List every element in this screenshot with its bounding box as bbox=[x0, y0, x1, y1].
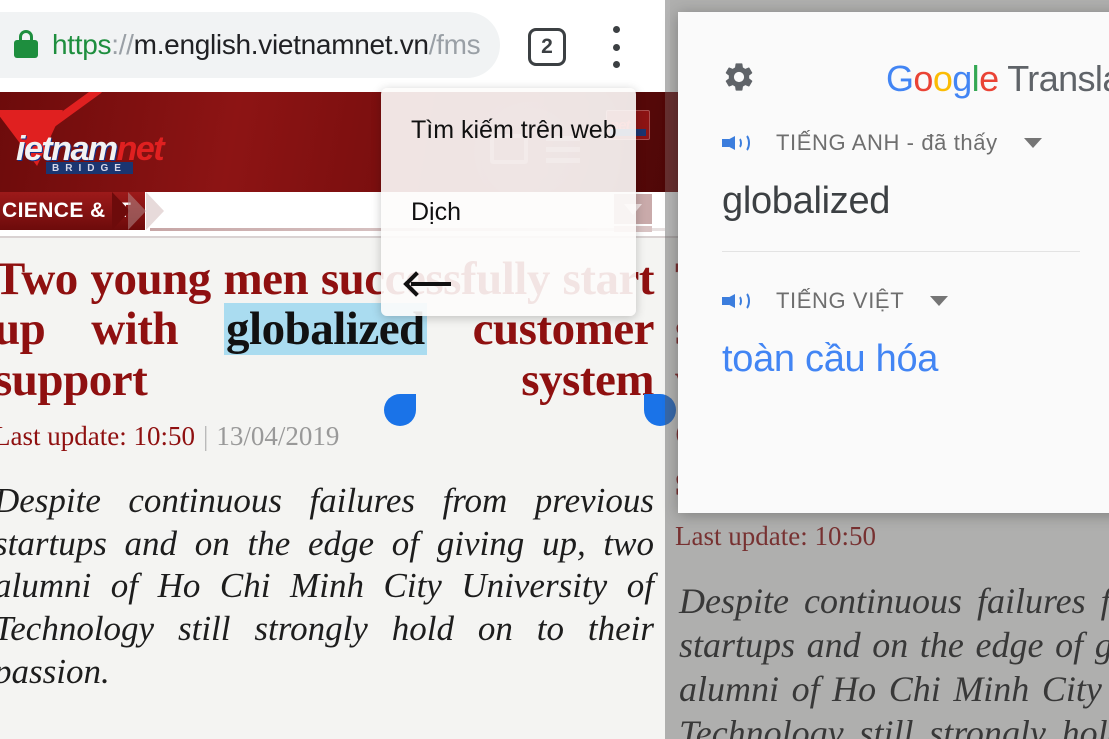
source-text: globalized bbox=[722, 180, 891, 222]
url-scheme: https bbox=[52, 29, 112, 60]
gear-icon[interactable] bbox=[722, 60, 756, 94]
browser-toolbar: https://m.english.vietnamnet.vn/fms 2 bbox=[0, 0, 670, 92]
google-translate-panel: Google Transla TIẾNG ANH - đã thấy globa… bbox=[678, 12, 1109, 513]
kebab-menu-icon[interactable] bbox=[606, 26, 626, 68]
chevron-down-icon[interactable] bbox=[1023, 138, 1042, 148]
logo-letter-o2: o bbox=[932, 58, 953, 99]
logo-letter-o1: o bbox=[913, 58, 933, 99]
translate-panel-header: Google Transla bbox=[678, 12, 1109, 120]
chevron-down-icon[interactable] bbox=[930, 296, 949, 306]
url-text: https://m.english.vietnamnet.vn/fms bbox=[52, 29, 480, 61]
url-host: m.english.vietnamnet.vn bbox=[133, 29, 429, 60]
logo-letter-l: l bbox=[971, 58, 980, 99]
address-bar[interactable]: https://m.english.vietnamnet.vn/fms bbox=[0, 12, 500, 78]
speaker-icon[interactable] bbox=[722, 287, 754, 315]
last-update-label: Last update: 10:50 bbox=[0, 420, 195, 451]
category-chevron-icon-3 bbox=[146, 192, 164, 230]
tab-counter-button[interactable]: 2 bbox=[528, 28, 566, 66]
menu-item-translate[interactable]: Dịch bbox=[411, 198, 461, 227]
selection-handle-start[interactable] bbox=[384, 394, 416, 426]
target-language-selector[interactable]: TIẾNG VIỆT bbox=[722, 278, 1109, 324]
logo-word-translate: Transla bbox=[1007, 58, 1109, 99]
speaker-icon[interactable] bbox=[722, 129, 754, 157]
google-translate-logo: Google Transla bbox=[886, 58, 1109, 100]
lock-icon bbox=[14, 30, 38, 60]
article-meta: Last update: 10:50 | 13/04/2019 bbox=[0, 421, 654, 452]
menu-back-button[interactable] bbox=[403, 270, 453, 298]
translate-target-row: TIẾNG VIỆT toàn cầu hóa bbox=[678, 278, 1109, 381]
screen: Two young men successfully start up with… bbox=[0, 0, 1109, 739]
article-date: 13/04/2019 bbox=[216, 420, 340, 451]
menu-item-web-search[interactable]: Tìm kiếm trên web bbox=[411, 116, 617, 145]
translated-text: toàn cầu hóa bbox=[722, 338, 939, 380]
url-path: /fms bbox=[428, 29, 481, 60]
logo-letter-g2: g bbox=[952, 58, 972, 99]
article-lede: Despite continuous failures from previou… bbox=[0, 480, 654, 691]
vietnamnet-logo[interactable]: ietnamnet BRIDGE bbox=[0, 92, 176, 176]
text-selection-context-menu: Tìm kiếm trên web Dịch bbox=[381, 88, 636, 316]
source-language-selector[interactable]: TIẾNG ANH - đã thấy bbox=[722, 120, 1109, 166]
logo-letter-g: G bbox=[886, 58, 914, 99]
logo-tagline: BRIDGE bbox=[46, 162, 133, 174]
target-language-label: TIẾNG VIỆT bbox=[776, 288, 905, 313]
url-separator: :// bbox=[111, 29, 134, 60]
panel-spacer bbox=[678, 252, 1109, 278]
meta-separator: | bbox=[202, 420, 209, 451]
logo-letter-e: e bbox=[979, 58, 999, 99]
translate-source-row: TIẾNG ANH - đã thấy globalized bbox=[678, 120, 1109, 251]
category-chevron-icon-2 bbox=[128, 192, 146, 230]
logo-wordmark: ietnamnet bbox=[16, 132, 165, 166]
source-language-label: TIẾNG ANH - đã thấy bbox=[776, 130, 998, 155]
